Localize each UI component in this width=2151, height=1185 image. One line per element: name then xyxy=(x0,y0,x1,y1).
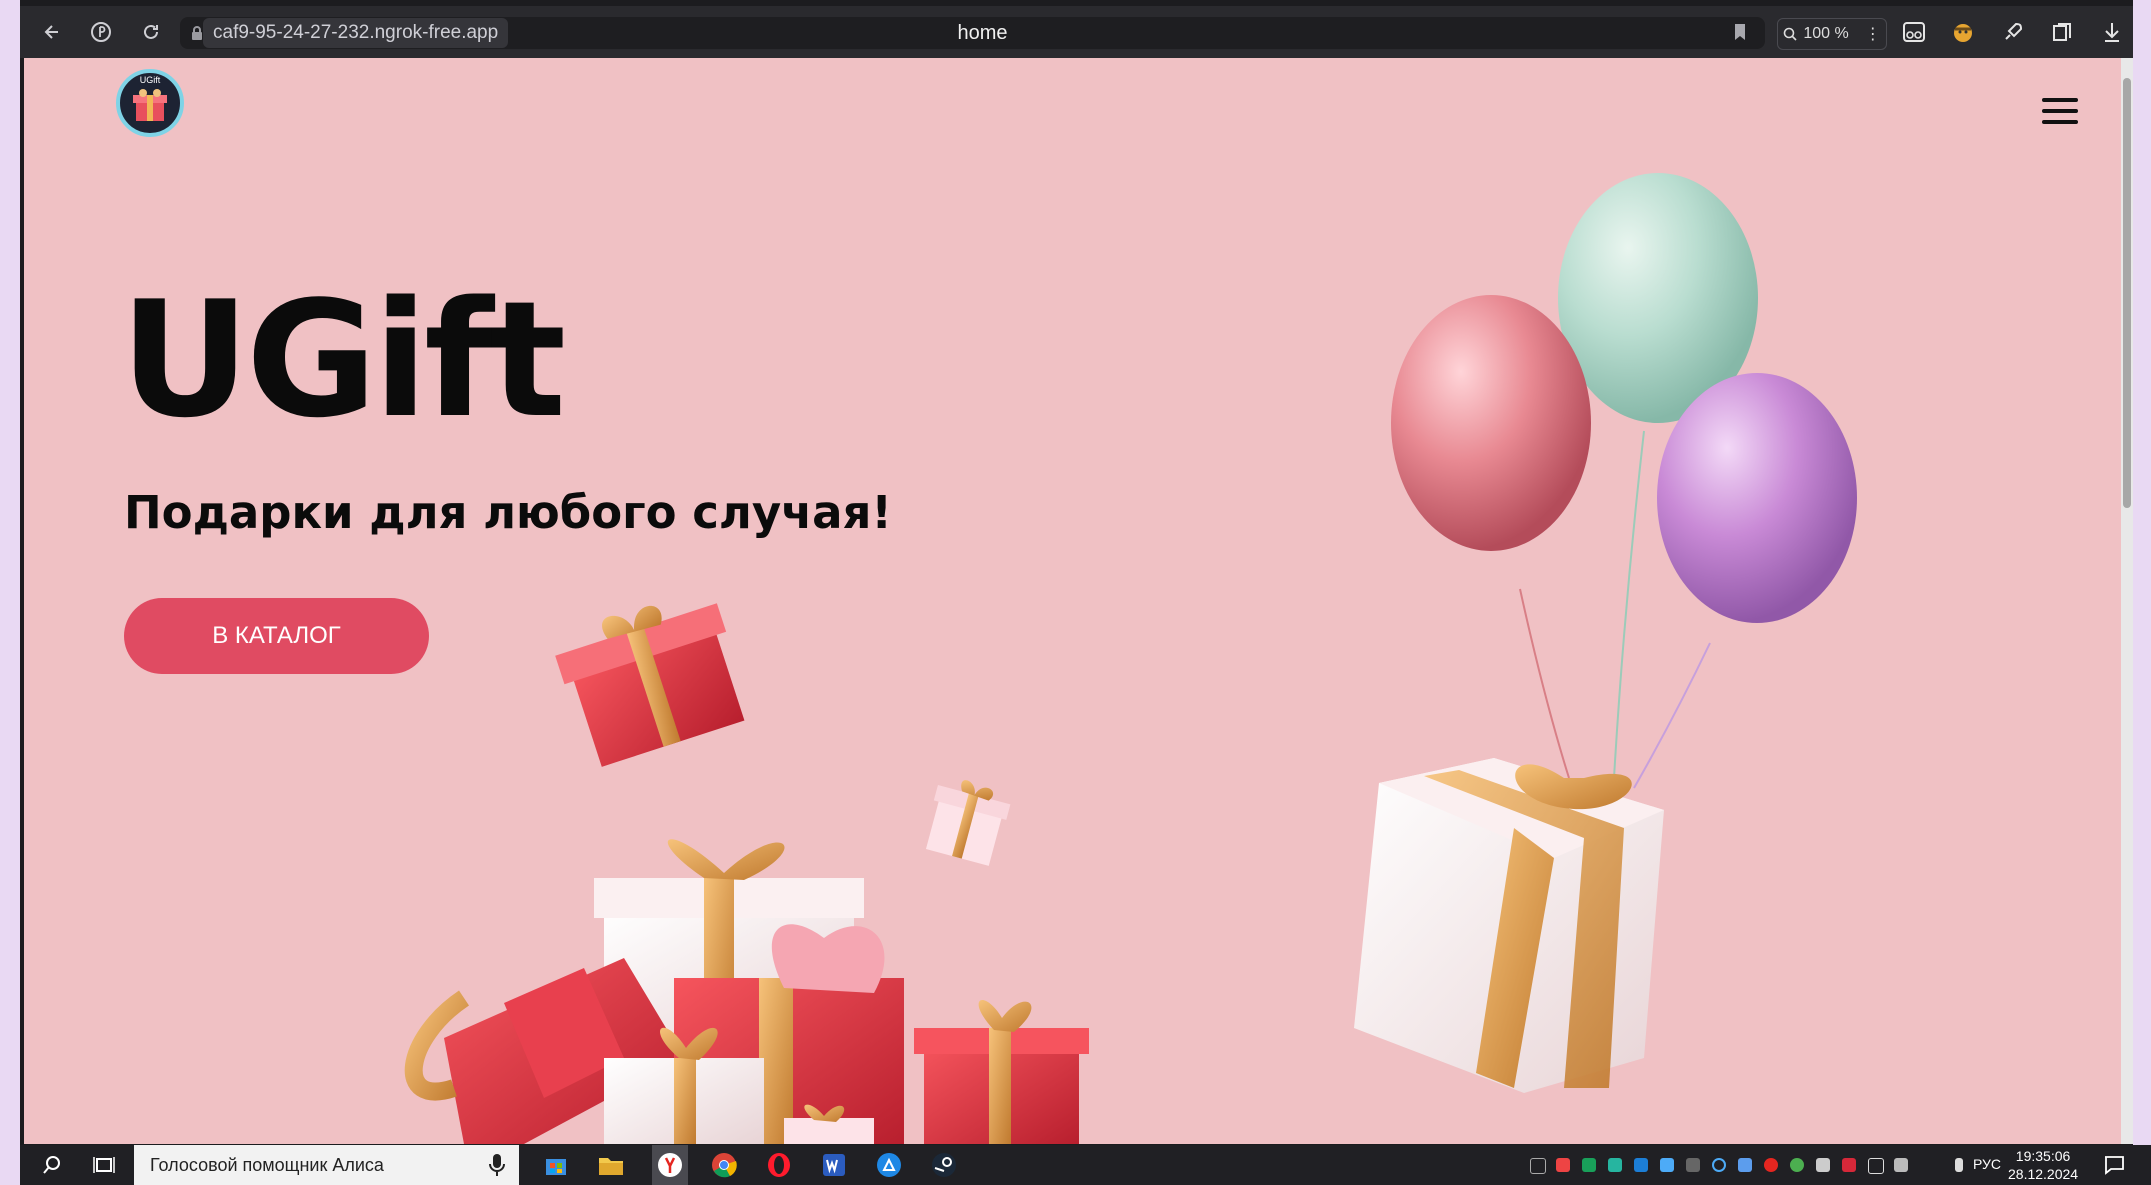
balloon-string xyxy=(1633,642,1711,789)
yandex-browser-icon[interactable] xyxy=(652,1145,688,1185)
reader-icon[interactable] xyxy=(1900,18,1928,46)
network-icon[interactable] xyxy=(1868,1158,1884,1174)
site-logo[interactable]: UGift xyxy=(116,69,184,137)
clock[interactable]: 19:35:06 28.12.2024 xyxy=(2008,1147,2078,1183)
tray-icon[interactable] xyxy=(1660,1158,1674,1172)
page-viewport: UGift UGift Подарки для любого случая! В… xyxy=(24,58,2121,1144)
floating-white-gift xyxy=(1354,758,1664,1093)
tray-icon[interactable] xyxy=(1764,1158,1778,1172)
chrome-icon[interactable] xyxy=(710,1151,738,1179)
gift-logo-icon xyxy=(133,89,167,121)
microphone-tray-icon[interactable] xyxy=(1955,1158,1963,1172)
tray-icon[interactable] xyxy=(1582,1158,1596,1172)
tray-icon[interactable] xyxy=(1556,1158,1570,1172)
tray-icon[interactable] xyxy=(1816,1158,1830,1172)
tray-icon[interactable] xyxy=(1530,1158,1546,1174)
tray-icon[interactable] xyxy=(1712,1158,1726,1172)
download-icon[interactable] xyxy=(2098,18,2126,46)
hamburger-icon[interactable] xyxy=(2042,98,2078,126)
tray-icon[interactable] xyxy=(1634,1158,1648,1172)
word-icon[interactable] xyxy=(820,1151,848,1179)
balloon-pink xyxy=(1391,295,1591,551)
balloon-string xyxy=(1519,588,1570,779)
tray-icon[interactable] xyxy=(1608,1158,1622,1172)
zoom-indicator[interactable]: 100 % ⋮ xyxy=(1777,18,1887,50)
tray-icon[interactable] xyxy=(1790,1158,1804,1172)
hero-title: UGift xyxy=(120,266,566,453)
rocket-icon[interactable] xyxy=(1999,18,2027,46)
taskbar: Голосовой помощник Алиса РУС 19:35:06 28… xyxy=(20,1145,2151,1185)
opera-icon[interactable] xyxy=(765,1151,793,1179)
balloon-string xyxy=(1613,430,1645,779)
store-icon[interactable] xyxy=(542,1151,570,1179)
bookmark-icon[interactable] xyxy=(1726,18,1754,46)
page-scrollbar[interactable] xyxy=(2121,58,2133,1144)
volume-icon[interactable] xyxy=(1894,1158,1908,1172)
clock-time: 19:35:06 xyxy=(2015,1148,2071,1164)
scrollbar-thumb[interactable] xyxy=(2123,78,2131,508)
language-indicator[interactable]: РУС xyxy=(1973,1156,2001,1172)
hero-subtitle: Подарки для любого случая! xyxy=(124,486,892,539)
extension-icon[interactable] xyxy=(1949,18,1977,46)
gift-pile xyxy=(404,839,1089,1144)
more-icon[interactable]: ⋮ xyxy=(1865,24,1881,44)
catalog-button[interactable]: В КАТАЛОГ xyxy=(124,598,429,674)
zoom-icon xyxy=(1784,27,1797,41)
app-icon[interactable] xyxy=(875,1151,903,1179)
zoom-value: 100 % xyxy=(1803,25,1849,42)
tray-icon[interactable] xyxy=(1842,1158,1856,1172)
microphone-icon[interactable] xyxy=(489,1153,505,1177)
floating-red-gift xyxy=(555,603,745,767)
steam-icon[interactable] xyxy=(930,1151,958,1179)
balloon-purple xyxy=(1657,373,1857,623)
notifications-icon[interactable] xyxy=(2100,1151,2128,1179)
browser-toolbar: caf9-95-24-27-232.ngrok-free.app home 10… xyxy=(20,6,2133,58)
alice-search-box[interactable]: Голосовой помощник Алиса xyxy=(134,1145,519,1185)
clock-date: 28.12.2024 xyxy=(2008,1166,2079,1182)
collections-icon[interactable] xyxy=(2048,18,2076,46)
search-icon[interactable] xyxy=(38,1151,66,1179)
alice-search-label: Голосовой помощник Алиса xyxy=(150,1154,384,1175)
tab-title: home xyxy=(957,22,1008,44)
tray-icon[interactable] xyxy=(1686,1158,1700,1172)
explorer-icon[interactable] xyxy=(597,1151,625,1179)
tray-icon[interactable] xyxy=(1738,1158,1752,1172)
floating-small-gift xyxy=(925,780,1011,866)
task-view-icon[interactable] xyxy=(90,1151,118,1179)
